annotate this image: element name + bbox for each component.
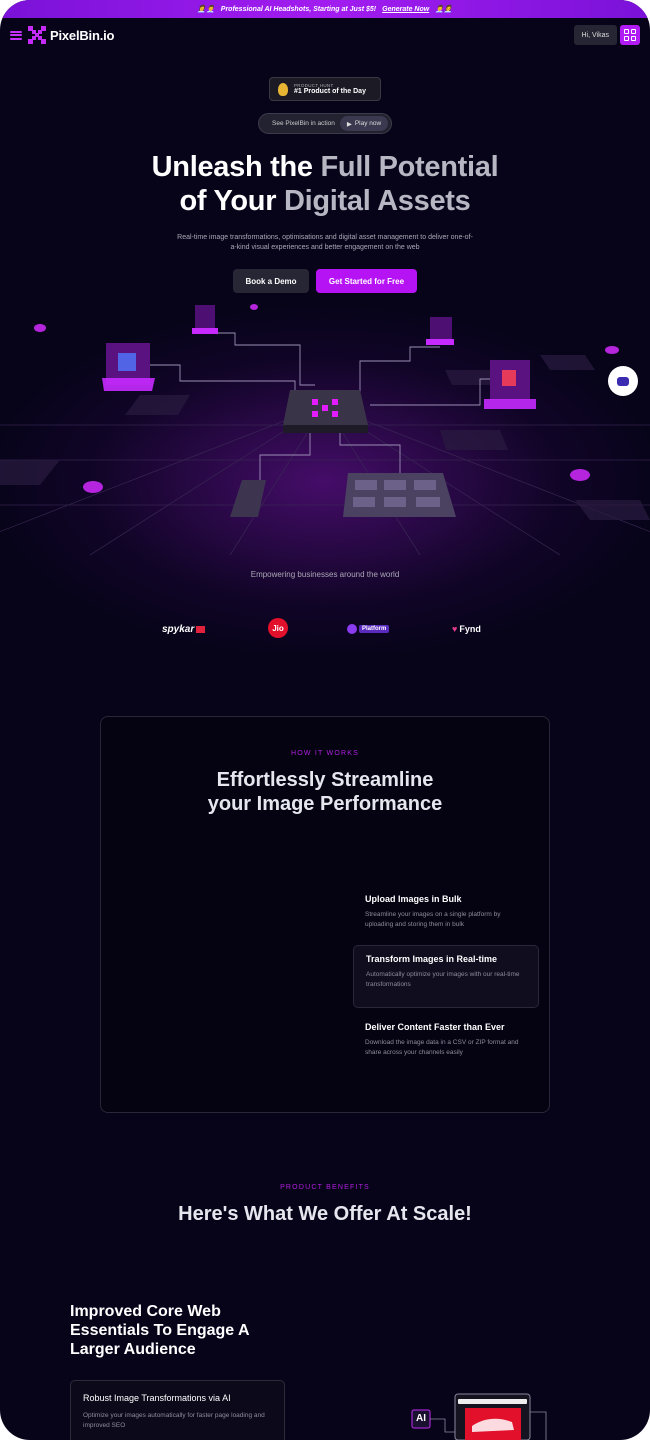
page: 👩‍💼👨‍💼 Professional AI Headshots, Starti… <box>0 0 650 1440</box>
hero-title-highlight: Full Potential <box>320 151 499 183</box>
pixelbin-logo-icon[interactable] <box>28 26 46 44</box>
feature-card[interactable]: Robust Image Transformations via AI Opti… <box>70 1380 285 1440</box>
menu-icon[interactable] <box>10 30 22 40</box>
user-greeting-button[interactable]: Hi, Vikas <box>573 25 617 45</box>
producthunt-title: #1 Product of the Day <box>294 88 366 95</box>
video-label: See PixelBin in action <box>272 120 335 127</box>
brand-name[interactable]: PixelBin.io <box>50 28 114 43</box>
step-title: Upload Images in Bulk <box>365 894 462 904</box>
get-started-button[interactable]: Get Started for Free <box>316 269 417 293</box>
how-it-works-eyebrow: HOW IT WORKS <box>291 750 359 757</box>
banner-cta-link[interactable]: Generate Now <box>382 6 429 13</box>
client-logos: spykar Jio Platform ♥ Fynd <box>0 618 650 640</box>
client-logo-text: Platform <box>359 625 390 633</box>
how-title-line: Effortlessly Streamline <box>216 769 434 791</box>
play-now-button[interactable]: ▶ Play now <box>340 116 388 131</box>
benefits-title: Here's What We Offer At Scale! <box>178 1203 472 1225</box>
hero-title-part: of Your <box>179 185 284 217</box>
step-description: Streamline your images on a single platf… <box>365 911 501 928</box>
hero-title-highlight: Digital Assets <box>283 185 471 217</box>
how-title-line: your Image Performance <box>207 793 443 815</box>
banner-text: Professional AI Headshots, Starting at J… <box>220 5 377 13</box>
top-nav: PixelBin.io Hi, Vikas <box>0 18 650 52</box>
feature-title: Robust Image Transformations via AI <box>83 1393 231 1403</box>
book-demo-button[interactable]: Book a Demo <box>233 269 309 293</box>
client-logo-spykar: spykar <box>162 618 206 640</box>
feature-description: Optimize your images automatically for f… <box>83 1412 265 1429</box>
step-description: Download the image data in a CSV or ZIP … <box>365 1039 519 1056</box>
ai-transform-mockup <box>411 1393 547 1440</box>
step-title: Deliver Content Faster than Ever <box>365 1022 505 1032</box>
step-deliver[interactable]: Deliver Content Faster than Ever Downloa… <box>353 1014 539 1066</box>
benefits-subtitle: Improved Core Web Essentials To Engage A… <box>70 1303 250 1358</box>
banner-emoji-end: 👨‍💼👩‍💼 <box>435 6 453 13</box>
step-transform[interactable]: Transform Images in Real-time Automatica… <box>353 945 539 1008</box>
chat-icon <box>617 376 629 386</box>
step-upload[interactable]: Upload Images in Bulk Streamline your im… <box>353 886 539 938</box>
client-logo-platform: Platform <box>347 618 390 640</box>
client-logo-text: spykar <box>162 623 195 635</box>
medal-icon <box>278 82 288 96</box>
hero-subtitle: Real-time image transformations, optimis… <box>177 234 473 251</box>
banner-emoji: 👩‍💼👨‍💼 <box>197 6 215 13</box>
promo-banner[interactable]: 👩‍💼👨‍💼 Professional AI Headshots, Starti… <box>0 0 650 18</box>
client-logo-text: Fynd <box>459 624 481 634</box>
play-label: Play now <box>354 120 382 127</box>
step-title: Transform Images in Real-time <box>366 954 498 964</box>
play-icon: ▶ <box>346 120 352 128</box>
how-it-works-title: Effortlessly Streamline your Image Perfo… <box>0 768 650 816</box>
apps-grid-icon[interactable] <box>620 25 640 45</box>
step-description: Automatically optimize your images with … <box>366 971 520 988</box>
benefits-eyebrow: PRODUCT BENEFITS <box>280 1184 370 1191</box>
producthunt-badge[interactable]: PRODUCT HUNT #1 Product of the Day <box>269 77 381 101</box>
platform-illustration <box>0 304 650 555</box>
ai-badge: AI <box>416 1413 426 1424</box>
hero-title-part: Unleash the <box>151 151 321 183</box>
clients-heading: Empowering businesses around the world <box>250 570 400 579</box>
video-pill[interactable]: See PixelBin in action ▶ Play now <box>258 113 392 134</box>
client-logo-fynd: ♥ Fynd <box>452 624 481 634</box>
client-logo-jio: Jio <box>268 618 288 638</box>
hero-title: Unleash the Full Potential of Your Digit… <box>0 150 650 218</box>
chat-widget-button[interactable] <box>608 366 638 396</box>
